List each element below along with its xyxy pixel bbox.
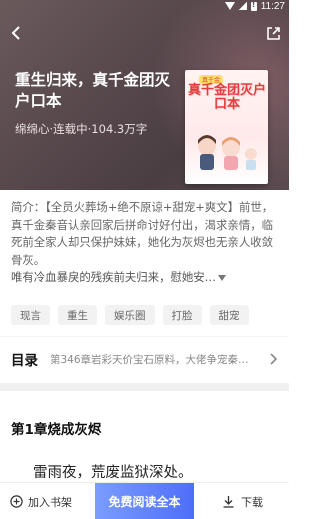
toc-row[interactable]: 目录 第346章岩彩天价宝石原料，大佬争宠秦… xyxy=(0,342,289,376)
chevron-left-icon xyxy=(11,26,20,40)
read-free-button[interactable]: 免费阅读全本 xyxy=(95,483,194,519)
book-meta: 绵绵心·连载中·104.3万字 xyxy=(15,122,148,136)
expand-triangle-icon xyxy=(218,274,227,281)
book-description: 简介：【全员火葬场+绝不原谅+甜宠+爽文】前世，真千金秦音认亲回家后拼命讨好付出… xyxy=(11,200,274,267)
download-icon xyxy=(223,496,234,508)
toc-latest-chapter: 第346章岩彩天价宝石原料，大佬争宠秦… xyxy=(50,353,249,366)
tag-chip[interactable]: 娱乐圈 xyxy=(105,305,155,325)
download-button[interactable]: 下载 xyxy=(222,483,263,519)
section-separator xyxy=(0,383,289,391)
description-more-text: 唯有冷血暴戾的残疾前夫归来，慰她安… xyxy=(11,270,217,284)
share-icon xyxy=(266,26,280,40)
tag-chip[interactable]: 重生 xyxy=(58,305,97,325)
chapter-text: 雷雨夜，荒废监狱深处。 xyxy=(33,465,193,481)
chevron-right-icon xyxy=(270,353,278,365)
share-button[interactable] xyxy=(263,22,283,44)
status-time: 11:27 xyxy=(260,0,285,12)
battery-icon xyxy=(250,0,257,11)
signal-icon xyxy=(238,2,247,10)
toc-label: 目录 xyxy=(11,353,38,369)
add-to-shelf-button[interactable]: 加入书架 xyxy=(10,483,72,519)
tag-chip[interactable]: 甜宠 xyxy=(209,305,249,325)
divider xyxy=(0,336,289,337)
tag-chip[interactable]: 打脸 xyxy=(162,305,202,325)
tag-chip[interactable]: 现言 xyxy=(11,305,50,325)
plus-circle-icon xyxy=(10,495,23,508)
cover-title-art: 真千金团灭户口本 xyxy=(188,83,267,112)
download-label: 下载 xyxy=(241,495,263,509)
book-header: 11:27 重生归来，真千金团灭户口本 绵绵心·连载中·104.3万字 真千金 … xyxy=(0,0,289,190)
bottom-action-bar: 加入书架 免费阅读全本 下载 xyxy=(0,482,289,519)
wifi-icon xyxy=(224,2,235,10)
cover-illustration xyxy=(198,135,257,170)
tag-list: 现言 重生 娱乐圈 打脸 甜宠 xyxy=(11,305,249,325)
add-to-shelf-label: 加入书架 xyxy=(28,495,72,509)
book-title: 重生归来，真千金团灭户口本 xyxy=(15,71,171,110)
back-button[interactable] xyxy=(6,22,26,44)
book-cover[interactable]: 真千金 真千金团灭户口本 xyxy=(185,70,268,184)
chapter-title: 第1章烧成灰烬 xyxy=(11,422,102,438)
description-expand[interactable]: 唯有冷血暴戾的残疾前夫归来，慰她安… xyxy=(11,269,279,287)
status-bar: 11:27 xyxy=(224,0,285,12)
